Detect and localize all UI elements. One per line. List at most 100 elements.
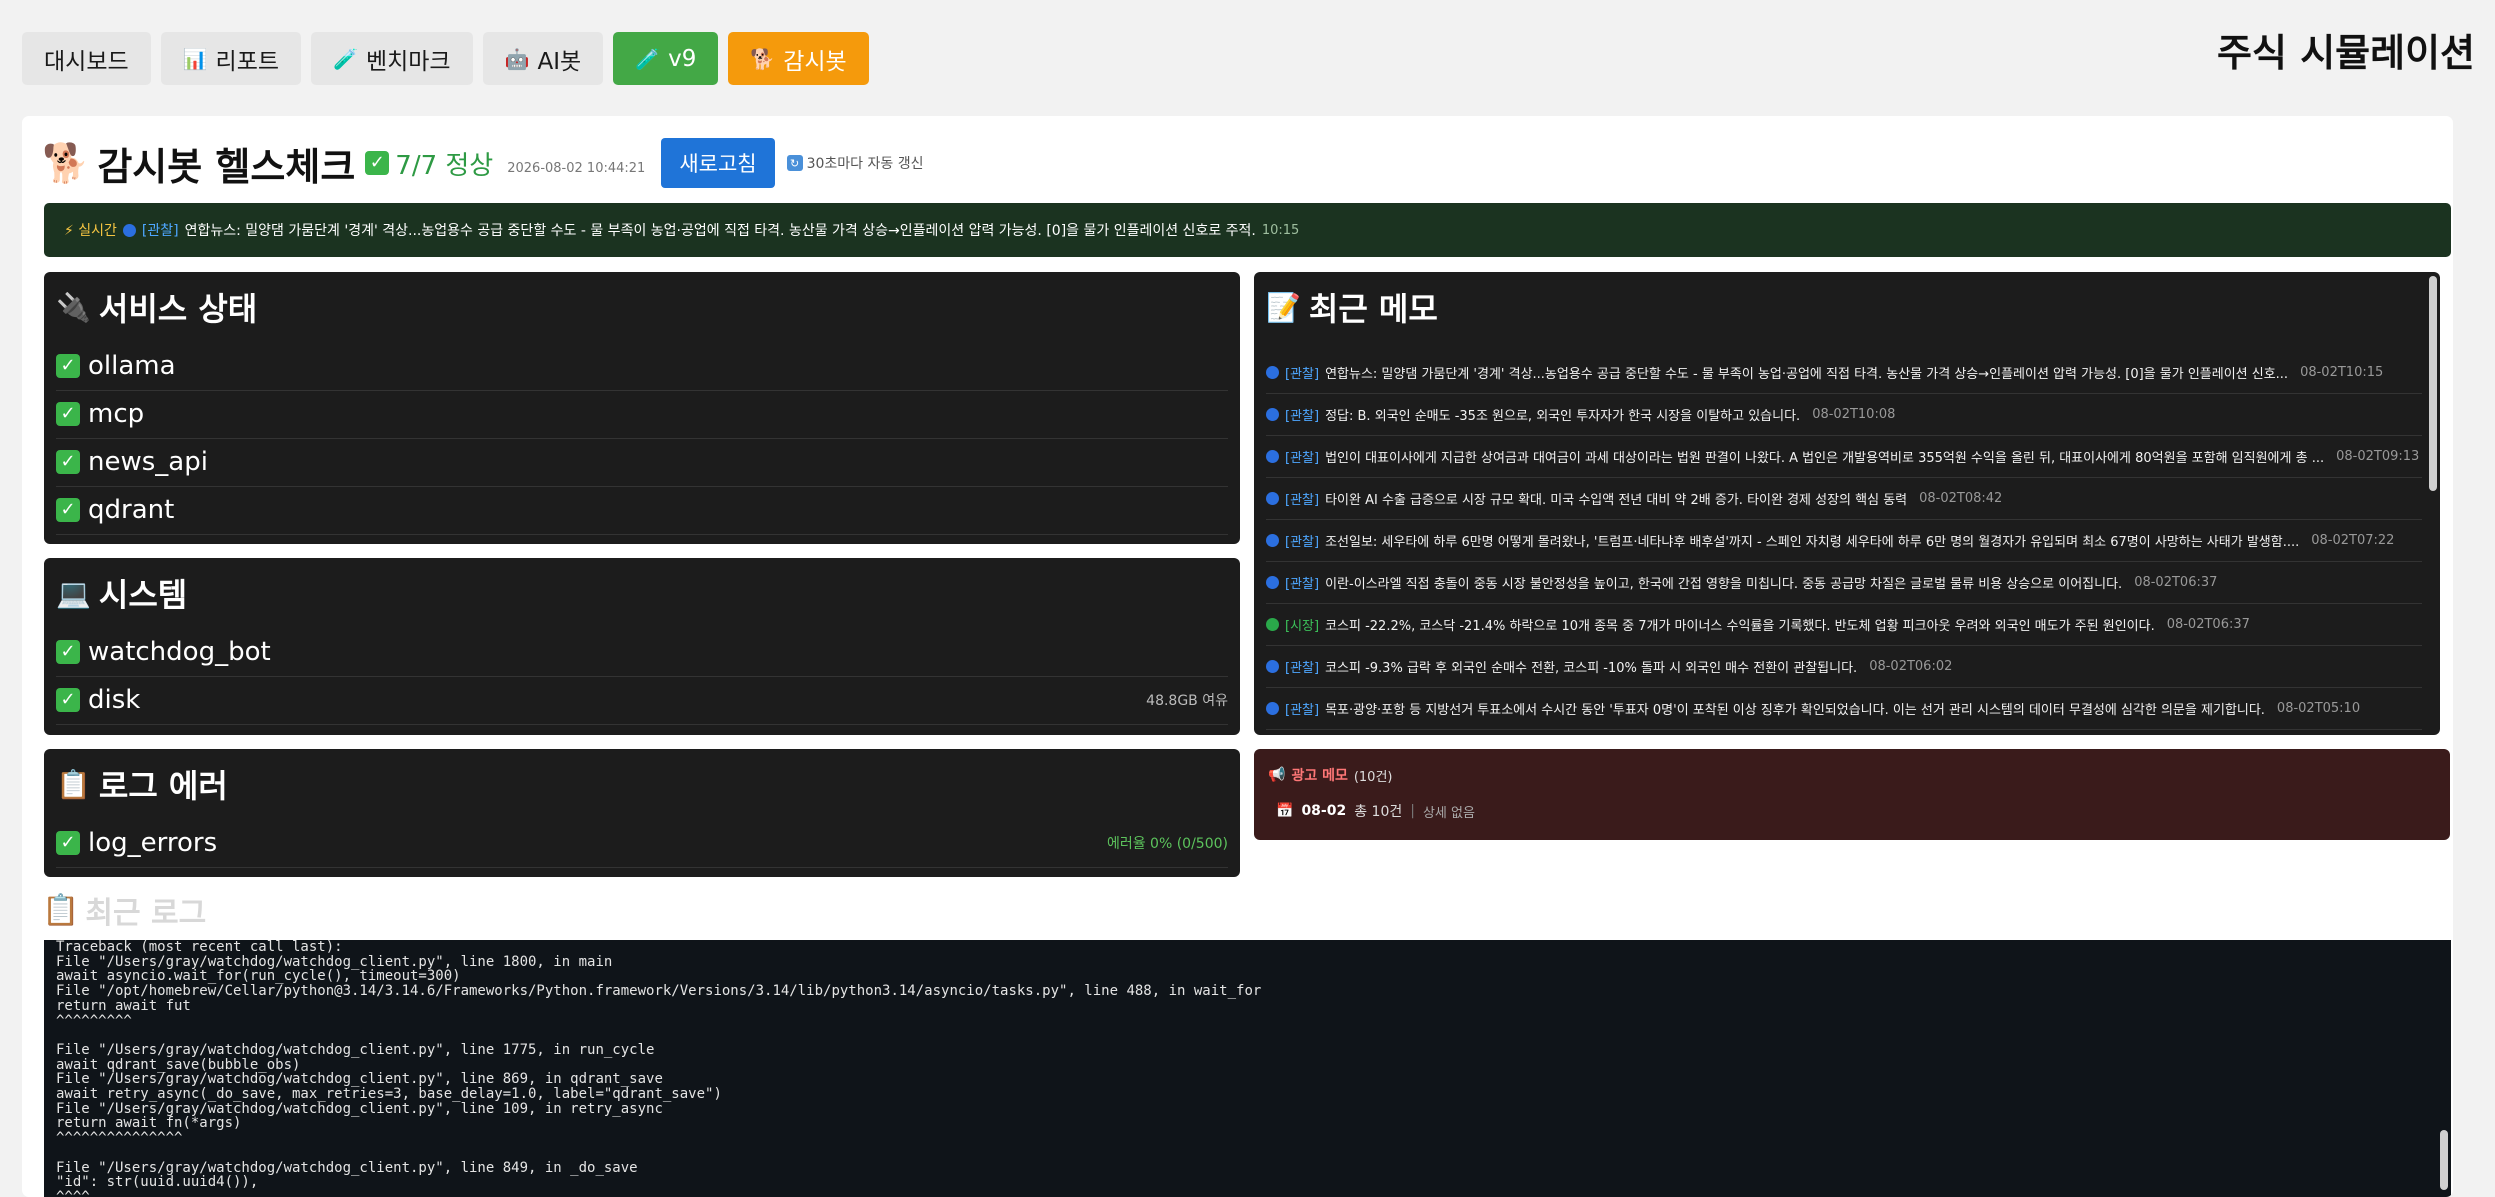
clipboard-icon: 📋 [42,892,80,928]
memo-text: 코스피 -22.2%, 코스닥 -21.4% 하락으로 10개 종목 중 7개가… [1325,619,2155,634]
recent-log-text: Traceback (most recent call last): File … [56,940,1262,1197]
memo-tag: [관찰] [1285,409,1320,424]
memo-item[interactable]: [관찰] 타이완 AI 수출 급증으로 시장 규모 확대. 미국 수입액 전년 … [1266,478,2422,520]
error-rate: 에러율 0% (0/500) [1106,836,1228,852]
check-icon: ✓ [56,498,80,522]
test-tube-icon: 🧪 [333,46,358,71]
memo-scrollbar-thumb[interactable] [2429,276,2437,491]
green-dot-icon [1266,618,1279,631]
nav-v9[interactable]: 🧪 v9 [613,32,719,85]
check-icon: ✓ [56,688,80,712]
service-row-mcp: ✓ mcp [56,390,1228,439]
ad-memo-total: 총 10건 [1354,804,1403,820]
auto-refresh-note: ↻ 30초마다 자동 갱신 [786,153,924,173]
memo-tag: [관찰] [1285,703,1320,718]
log-scrollbar[interactable] [2439,1130,2449,1197]
memo-text: 법인이 대표이사에게 지급한 상여금과 대여금이 과세 대상이라는 법원 판결이… [1325,451,2325,466]
app-title: 주식 시뮬레이션 [2217,31,2475,75]
nav-dashboard[interactable]: 대시보드 [22,32,151,85]
nav-aibot[interactable]: 🤖 AI봇 [482,32,604,85]
top-nav: 대시보드 📊 리포트 🧪 벤치마크 🤖 AI봇 🧪 v9 🐕 감시봇 [22,32,869,85]
calendar-icon: 📅 [1276,803,1294,819]
blue-dot-icon [1266,408,1279,421]
memo-time: 08-02T09:13 [2336,449,2420,464]
recent-log-title: 📋 최근 로그 [42,888,206,932]
memo-item[interactable]: [시장] 코스피 -22.2%, 코스닥 -21.4% 하락으로 10개 종목 … [1266,604,2422,646]
disk-free: 48.8GB 여유 [1146,693,1228,709]
memo-tag: [관찰] [1285,577,1320,592]
memo-icon: 📝 [1266,290,1301,324]
blue-dot-icon [1266,366,1279,379]
memo-item[interactable]: [관찰] 조선일보: 세우타에 하루 6만명 어떻게 몰려왔나, '트럼프·네타… [1266,520,2422,562]
system-row-watchdog-bot: ✓ watchdog_bot [56,628,1228,677]
log-errors-name: log_errors [88,828,218,858]
memo-list: [관찰] 연합뉴스: 밀양댐 가뭄단계 '경계' 격상...농업용수 공급 중단… [1266,352,2422,730]
memo-text: 정답: B. 외국인 순매도 -35조 원으로, 외국인 투자자가 한국 시장을… [1325,409,1801,424]
nav-report-label: 리포트 [215,48,280,75]
status-badge: ✓ 7/7 정상 [365,145,493,182]
ad-memo-row[interactable]: 📅 08-02 총 10건 | 상세 없음 [1276,801,1475,821]
memo-text: 연합뉴스: 밀양댐 가뭄단계 '경계' 격상...농업용수 공급 중단할 수도 … [1325,367,2289,382]
memo-tag: [관찰] [1285,367,1320,382]
memo-item[interactable]: [관찰] 법인이 대표이사에게 지급한 상여금과 대여금이 과세 대상이라는 법… [1266,436,2422,478]
memo-text: 코스피 -9.3% 급락 후 외국인 순매수 전환, 코스피 -10% 돌파 시… [1325,661,1858,676]
nav-benchmark[interactable]: 🧪 벤치마크 [311,32,473,85]
log-errors-title: 📋 로그 에러 [56,761,228,807]
clipboard-icon: 📋 [56,767,91,801]
blue-dot-icon [1266,534,1279,547]
memo-time: 08-02T06:02 [1869,659,1953,674]
memo-time: 08-02T08:42 [1919,491,2003,506]
log-errors-panel: 📋 로그 에러 ✓ log_errors 에러율 0% (0/500) [44,749,1240,877]
memo-scrollbar[interactable] [2428,276,2438,731]
memo-item[interactable]: [관찰] 정답: B. 외국인 순매도 -35조 원으로, 외국인 투자자가 한… [1266,394,2422,436]
blue-dot-icon [1266,492,1279,505]
service-name: qdrant [88,495,175,525]
services-panel: 🔌 서비스 상태 ✓ ollama ✓ mcp ✓ news_api ✓ qdr… [44,272,1240,544]
refresh-icon: ↻ [786,155,803,171]
healthcheck-card: 🐕 감시봇 헬스체크 ✓ 7/7 정상 2026-08-02 10:44:21 … [22,116,2453,1197]
auto-refresh-text: 30초마다 자동 갱신 [806,156,924,172]
live-ticker: ⚡ 실시간 [관찰] 연합뉴스: 밀양댐 가뭄단계 '경계' 격상...농업용수… [44,203,2451,257]
page-title-text: 감시봇 헬스체크 [97,144,356,189]
ticker-text: 연합뉴스: 밀양댐 가뭄단계 '경계' 격상...농업용수 공급 중단할 수도 … [184,223,1256,239]
memo-tag: [관찰] [1285,451,1320,466]
service-row-ollama: ✓ ollama [56,342,1228,391]
blue-dot-icon [1266,702,1279,715]
last-updated: 2026-08-02 10:44:21 [507,160,646,176]
healthcheck-header: 🐕 감시봇 헬스체크 ✓ 7/7 정상 2026-08-02 10:44:21 … [42,136,924,191]
ticker-tag: [관찰] [141,223,179,239]
dog-icon: 🐕 [750,46,776,71]
service-name: mcp [88,399,145,429]
blue-dot-icon [1266,660,1279,673]
system-row-disk: ✓ disk 48.8GB 여유 [56,676,1228,725]
memo-text: 이란-이스라엘 직접 충돌이 중동 시장 불안정성을 높이고, 한국에 간접 영… [1325,577,2123,592]
check-icon: ✓ [56,640,80,664]
recent-log-box[interactable]: Traceback (most recent call last): File … [44,940,2451,1197]
recent-memos-panel: 📝 최근 메모 [관찰] 연합뉴스: 밀양댐 가뭄단계 '경계' 격상...농업… [1254,272,2440,735]
blue-dot-icon [1266,450,1279,463]
memo-item[interactable]: [관찰] 목포·광양·포항 등 지방선거 투표소에서 수시간 동안 '투표자 0… [1266,688,2422,730]
blue-dot-icon [122,223,136,237]
system-panel: 💻 시스템 ✓ watchdog_bot ✓ disk 48.8GB 여유 [44,558,1240,735]
memo-item[interactable]: [관찰] 이란-이스라엘 직접 충돌이 중동 시장 불안정성을 높이고, 한국에… [1266,562,2422,604]
nav-watchdog[interactable]: 🐕 감시봇 [728,32,869,85]
log-errors-title-text: 로그 에러 [98,767,228,805]
refresh-button[interactable]: 새로고침 [661,138,775,188]
live-label: ⚡ 실시간 [64,223,117,239]
memo-item[interactable]: [관찰] 코스피 -9.3% 급락 후 외국인 순매수 전환, 코스피 -10%… [1266,646,2422,688]
nav-dashboard-label: 대시보드 [44,48,129,75]
memo-item[interactable]: [관찰] 연합뉴스: 밀양댐 가뭄단계 '경계' 격상...농업용수 공급 중단… [1266,352,2422,394]
robot-icon: 🤖 [504,46,530,71]
system-title: 💻 시스템 [56,570,187,616]
ad-memo-detail: 상세 없음 [1422,805,1475,821]
recent-log-title-text: 최근 로그 [85,896,207,931]
memo-text: 목포·광양·포항 등 지방선거 투표소에서 수시간 동안 '투표자 0명'이 포… [1325,703,2265,718]
nav-report[interactable]: 📊 리포트 [160,32,302,85]
page-title: 🐕 감시봇 헬스체크 [42,136,355,191]
check-icon: ✓ [365,151,390,175]
memos-title-text: 최근 메모 [1308,290,1438,328]
check-icon: ✓ [56,402,80,426]
log-scrollbar-thumb[interactable] [2440,1130,2448,1190]
ad-memo-title-text: 광고 메모 [1291,768,1348,784]
memo-tag: [시장] [1285,619,1320,634]
